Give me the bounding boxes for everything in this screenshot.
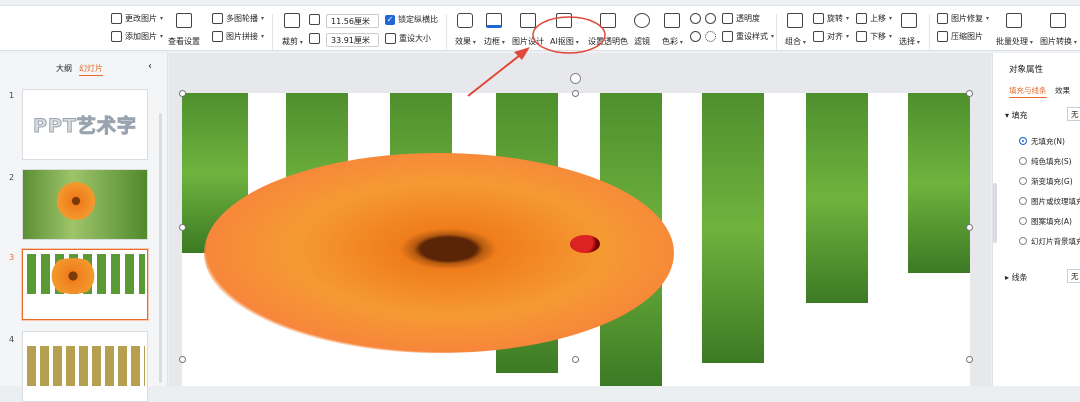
fill-option-slide-bg[interactable]: 幻灯片背景填充 [1019, 236, 1080, 247]
tab-fill-line[interactable]: 填充与线条 [1009, 85, 1047, 98]
tab-effect[interactable]: 效果 [1055, 85, 1070, 96]
radio-icon [1019, 237, 1027, 245]
radio-icon [1019, 217, 1027, 225]
annotation-overlay [467, 16, 606, 97]
object-properties-panel: 对象属性 填充与线条 效果 ▾ 填充 无 无填充(N) 纯色填充(S) 渐变填充… [992, 53, 1080, 386]
radio-icon [1019, 177, 1027, 185]
fill-option-none[interactable]: 无填充(N) [1019, 136, 1065, 147]
panel-scrollbar[interactable] [993, 183, 997, 243]
radio-selected-icon [1019, 137, 1027, 145]
pointer-arrow [467, 51, 525, 97]
fill-option-pattern[interactable]: 图案填充(A) [1019, 216, 1072, 227]
fill-section-header[interactable]: ▾ 填充 [1005, 110, 1028, 121]
panel-title: 对象属性 [1009, 65, 1044, 75]
fill-option-solid[interactable]: 纯色填充(S) [1019, 156, 1072, 167]
line-select[interactable]: 无 [1067, 269, 1080, 283]
radio-icon [1019, 197, 1027, 205]
fill-option-picture[interactable]: 图片或纹理填充 [1019, 196, 1080, 207]
fill-select[interactable]: 无 [1067, 107, 1080, 121]
line-section-header[interactable]: ▸ 线条 [1005, 272, 1028, 283]
fill-option-gradient[interactable]: 渐变填充(G) [1019, 176, 1073, 187]
highlight-circle [532, 16, 606, 54]
radio-icon [1019, 157, 1027, 165]
